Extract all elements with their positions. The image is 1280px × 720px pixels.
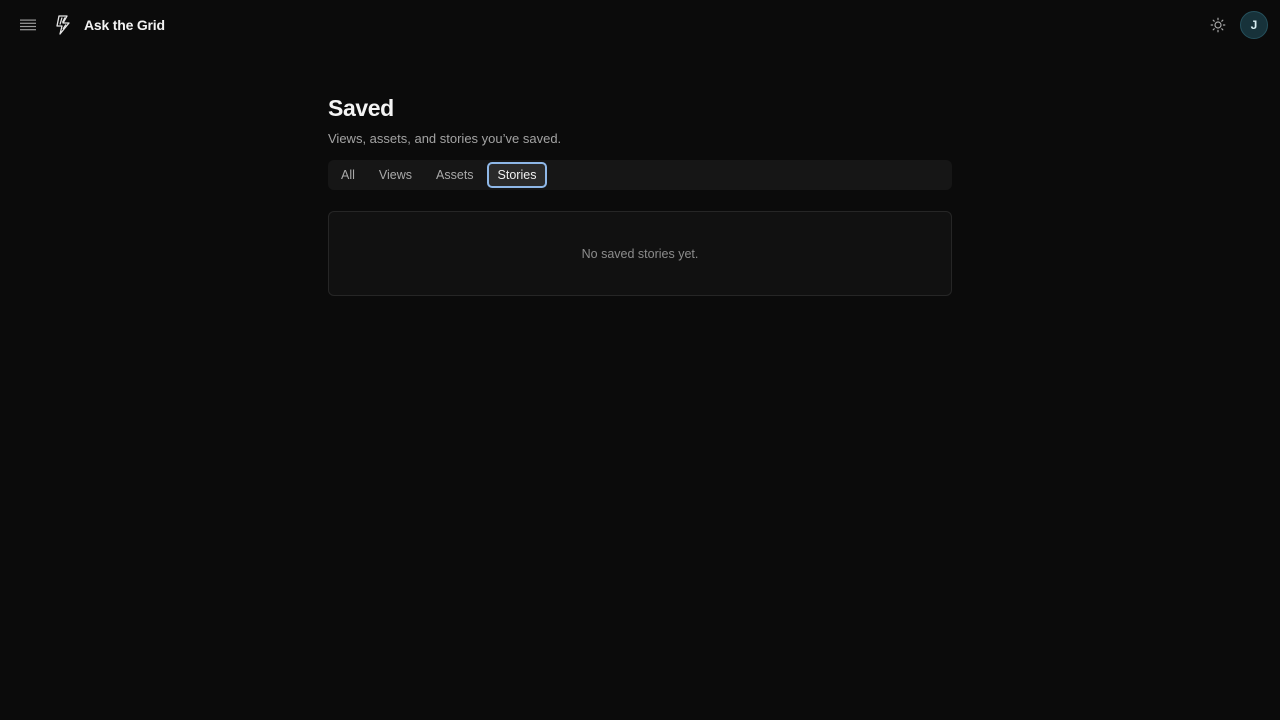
lightning-logo-icon [54,14,76,36]
page-subtitle: Views, assets, and stories you’ve saved. [328,131,562,146]
tab-all[interactable]: All [330,162,366,188]
sun-icon [1210,17,1226,33]
main-content: Saved Views, assets, and stories you’ve … [328,92,952,296]
tab-stories[interactable]: Stories [486,162,548,188]
page-title: Saved [328,95,394,121]
menu-icon [20,19,36,31]
filter-tabs: All Views Assets Stories [328,160,952,190]
menu-button[interactable] [16,14,40,36]
empty-state-card: No saved stories yet. [328,211,952,296]
tab-views[interactable]: Views [368,162,423,188]
app-name: Ask the Grid [84,17,165,33]
top-bar: Ask the Grid J [0,0,1280,50]
empty-state-message: No saved stories yet. [581,246,699,261]
theme-toggle-button[interactable] [1207,14,1229,36]
brand[interactable]: Ask the Grid [54,14,165,36]
tab-assets[interactable]: Assets [425,162,485,188]
avatar[interactable]: J [1240,11,1268,39]
